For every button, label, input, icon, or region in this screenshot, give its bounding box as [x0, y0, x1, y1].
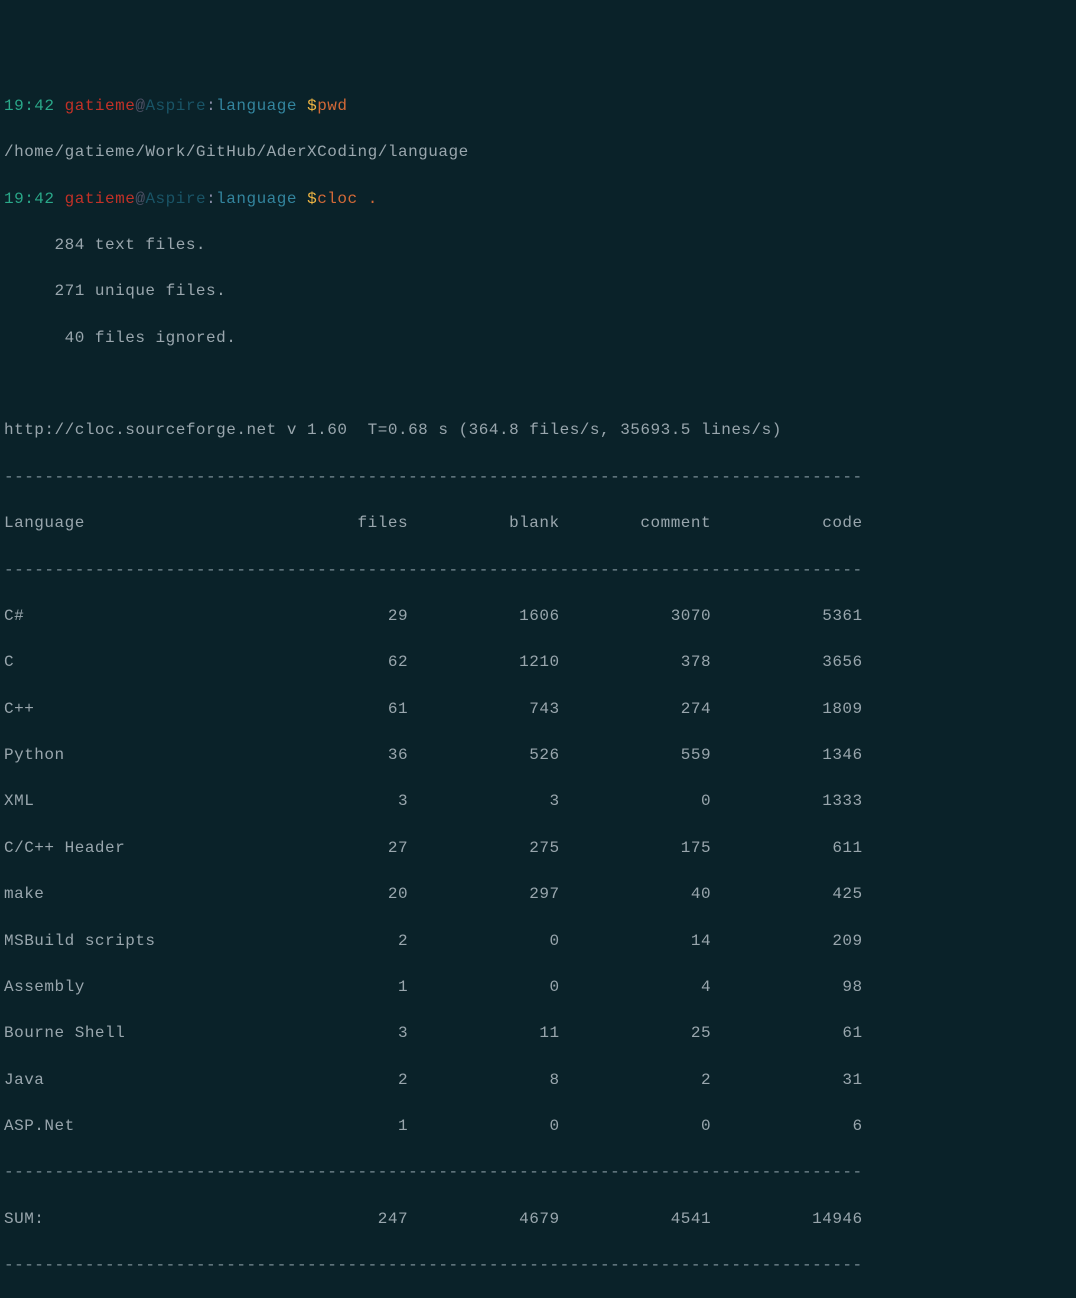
- table-row: Java 2 8 2 31: [4, 1069, 1072, 1092]
- cloc-header: http://cloc.sourceforge.net v 1.60 T=0.6…: [4, 419, 1072, 442]
- prompt-colon: :: [206, 190, 216, 208]
- prompt-at: @: [135, 190, 145, 208]
- prompt-line-2: 19:42 gatieme@Aspire:language $cloc .: [4, 188, 1072, 211]
- stats-text-files: 284 text files.: [4, 234, 1072, 257]
- separator: ----------------------------------------…: [4, 1161, 1072, 1184]
- prompt-host: Aspire: [145, 97, 206, 115]
- table-row: C/C++ Header 27 275 175 611: [4, 837, 1072, 860]
- separator: ----------------------------------------…: [4, 466, 1072, 489]
- prompt-at: @: [135, 97, 145, 115]
- table-row: ASP.Net 1 0 0 6: [4, 1115, 1072, 1138]
- pwd-command[interactable]: pwd: [317, 97, 347, 115]
- prompt-dollar: $: [297, 190, 317, 208]
- prompt-line-1: 19:42 gatieme@Aspire:language $pwd: [4, 95, 1072, 118]
- table-row: MSBuild scripts 2 0 14 209: [4, 930, 1072, 953]
- table-row: XML 3 3 0 1333: [4, 790, 1072, 813]
- table-row: C# 29 1606 3070 5361: [4, 605, 1072, 628]
- cloc-command[interactable]: cloc .: [317, 190, 378, 208]
- table-row: Python 36 526 559 1346: [4, 744, 1072, 767]
- prompt-time: 19:42: [4, 97, 55, 115]
- table-row: Assembly 1 0 4 98: [4, 976, 1072, 999]
- separator: ----------------------------------------…: [4, 559, 1072, 582]
- sum-row: SUM: 247 4679 4541 14946: [4, 1208, 1072, 1231]
- blank-line: [4, 373, 1072, 396]
- prompt-host: Aspire: [145, 190, 206, 208]
- prompt-dollar: $: [297, 97, 317, 115]
- separator: ----------------------------------------…: [4, 1254, 1072, 1277]
- pwd-output: /home/gatieme/Work/GitHub/AderXCoding/la…: [4, 141, 1072, 164]
- prompt-path: language: [216, 190, 297, 208]
- prompt-colon: :: [206, 97, 216, 115]
- table-row: Bourne Shell 3 11 25 61: [4, 1022, 1072, 1045]
- stats-ignored-files: 40 files ignored.: [4, 327, 1072, 350]
- prompt-time: 19:42: [4, 190, 55, 208]
- table-row: make 20 297 40 425: [4, 883, 1072, 906]
- table-row: C 62 1210 378 3656: [4, 651, 1072, 674]
- prompt-user: gatieme: [65, 97, 136, 115]
- table-row: C++ 61 743 274 1809: [4, 698, 1072, 721]
- prompt-user: gatieme: [65, 190, 136, 208]
- stats-unique-files: 271 unique files.: [4, 280, 1072, 303]
- table-header: Language files blank comment code: [4, 512, 1072, 535]
- prompt-path: language: [216, 97, 297, 115]
